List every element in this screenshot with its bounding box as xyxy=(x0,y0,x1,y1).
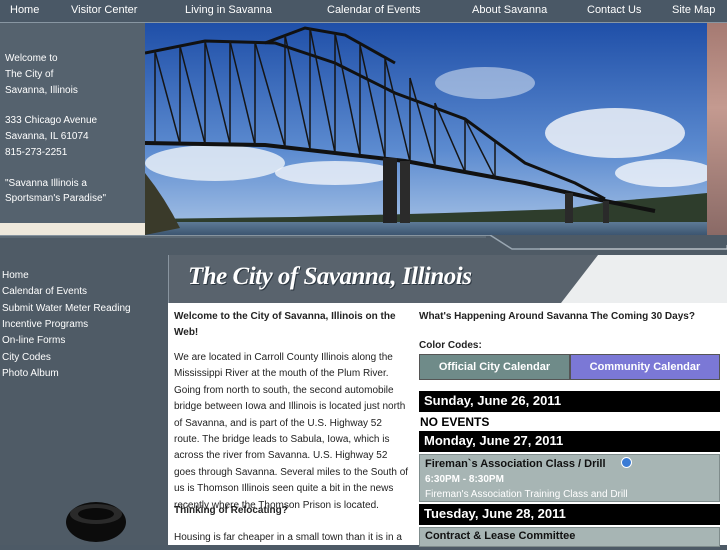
sidebar-item-submit-water-meter-reading[interactable]: Submit Water Meter Reading xyxy=(2,303,131,314)
nav-visitor-center[interactable]: Visitor Center xyxy=(71,4,137,16)
main-content: Welcome to the City of Savanna, Illinois… xyxy=(168,303,727,547)
slogan-line: Sportsman's Paradise" xyxy=(5,193,107,204)
side-photo-strip xyxy=(707,23,727,235)
top-navigation: Home Visitor Center Living in Savanna Ca… xyxy=(0,0,727,23)
relocating-heading: Thinking of Relocating? xyxy=(174,505,288,516)
nav-living-in-savanna[interactable]: Living in Savanna xyxy=(185,4,272,16)
date-header: Monday, June 27, 2011 xyxy=(419,431,720,452)
welcome-line: Savanna, Illinois xyxy=(5,85,78,96)
sidebar-item-calendar-of-events[interactable]: Calendar of Events xyxy=(2,286,87,297)
sidebar-item-home[interactable]: Home xyxy=(2,270,29,281)
event-title[interactable]: Contract & Lease Committee xyxy=(425,530,575,542)
info-icon[interactable] xyxy=(621,457,632,468)
event-description: Fireman's Association Training Class and… xyxy=(425,489,628,500)
calendar-heading: What's Happening Around Savanna The Comi… xyxy=(419,311,695,322)
decorative-bar xyxy=(0,223,145,235)
no-events-text: NO EVENTS xyxy=(420,415,490,429)
relocating-text: Housing is far cheaper in a small town t… xyxy=(174,532,402,543)
event-card[interactable]: Contract & Lease Committee xyxy=(419,527,720,547)
community-calendar-button[interactable]: Community Calendar xyxy=(570,354,720,380)
sidebar-item-photo-album[interactable]: Photo Album xyxy=(2,368,59,379)
date-header: Sunday, June 26, 2011 xyxy=(419,391,720,412)
intro-line: goes through Savanna. Several miles to t… xyxy=(174,466,409,478)
nav-site-map[interactable]: Site Map xyxy=(672,4,715,16)
tire-image xyxy=(62,500,130,545)
nav-contact-us[interactable]: Contact Us xyxy=(587,4,641,16)
intro-line: Mississippi River at the mouth of the Pl… xyxy=(174,368,389,380)
intro-line: of Savanna, and is part of the U.S. High… xyxy=(174,417,382,429)
official-city-calendar-button[interactable]: Official City Calendar xyxy=(419,354,570,380)
slogan-line: "Savanna Illinois a xyxy=(5,178,87,189)
welcome-heading: Welcome to the City of Savanna, Illinois… xyxy=(174,311,396,322)
color-codes-label: Color Codes: xyxy=(419,340,482,351)
intro-line: We are located in Carroll County Illinoi… xyxy=(174,352,393,363)
banner-bridge-photo xyxy=(145,23,707,235)
welcome-line: Welcome to xyxy=(5,53,58,64)
intro-line: us is Thomson Illinois seen quite a bit … xyxy=(174,483,394,495)
intro-line: route. The bridge leads to Sabula, Iowa,… xyxy=(174,434,390,445)
sidebar-item-city-codes[interactable]: City Codes xyxy=(2,352,51,363)
intro-line: bridge between Iowa and Illinois is loca… xyxy=(174,401,406,413)
address-street: 333 Chicago Avenue xyxy=(5,115,98,126)
nav-calendar-of-events[interactable]: Calendar of Events xyxy=(327,4,421,16)
event-title[interactable]: Fireman`s Association Class / Drill xyxy=(425,458,606,470)
intro-line: across the river from Savanna. U.S. High… xyxy=(174,450,388,462)
welcome-heading: Web! xyxy=(174,327,199,338)
divider-band xyxy=(0,235,727,255)
title-band: The City of Savanna, Illinois xyxy=(168,255,727,303)
address-city: Savanna, IL 61074 xyxy=(5,131,89,142)
welcome-line: The City of xyxy=(5,69,54,80)
nav-home[interactable]: Home xyxy=(10,4,39,16)
event-time: 6:30PM - 8:30PM xyxy=(425,474,504,485)
sidebar-item-incentive-programs[interactable]: Incentive Programs xyxy=(2,319,88,330)
phone-number: 815-273-2251 xyxy=(5,147,68,158)
intro-line: Going from north to south, the second au… xyxy=(174,384,394,396)
page-title: The City of Savanna, Illinois xyxy=(188,263,472,290)
sidebar-item-online-forms[interactable]: On-line Forms xyxy=(2,335,65,346)
welcome-info-panel: Welcome to The City of Savanna, Illinois… xyxy=(0,23,145,223)
nav-about-savanna[interactable]: About Savanna xyxy=(472,4,547,16)
event-card[interactable]: Fireman`s Association Class / Drill 6:30… xyxy=(419,454,720,502)
date-header: Tuesday, June 28, 2011 xyxy=(419,504,720,525)
